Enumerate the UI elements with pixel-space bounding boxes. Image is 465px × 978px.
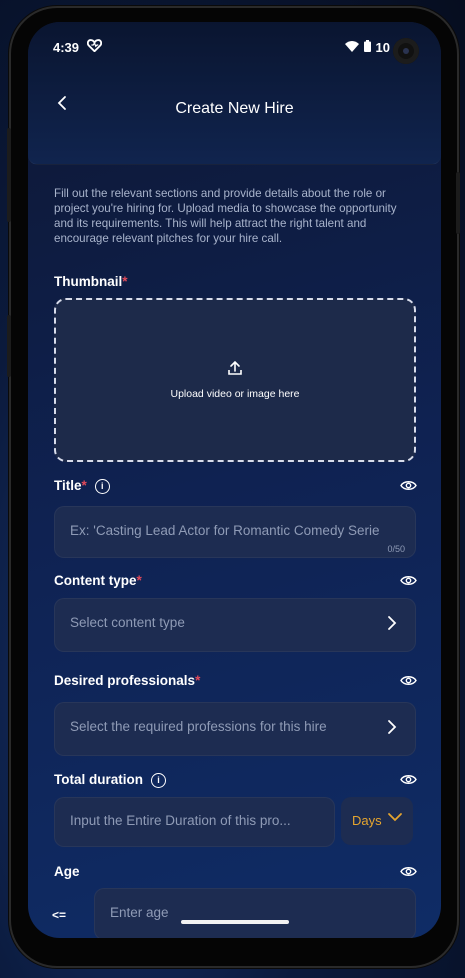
eye-icon[interactable]: [400, 575, 417, 586]
age-input[interactable]: Enter age: [94, 888, 416, 938]
status-time: 4:39: [53, 40, 80, 55]
info-icon[interactable]: i: [151, 773, 166, 788]
app-header: 4:39 10 Create New Hire: [28, 22, 441, 165]
total-duration-label: Total duration i: [54, 772, 166, 788]
desired-professionals-select[interactable]: Select the required professions for this…: [54, 702, 416, 756]
duration-unit-value: Days: [352, 813, 382, 828]
heart-icon: [86, 38, 103, 56]
phone-side-button: [7, 315, 11, 377]
content-type-select[interactable]: Select content type: [54, 598, 416, 652]
title-input[interactable]: Ex: 'Casting Lead Actor for Romantic Com…: [54, 506, 416, 558]
thumbnail-label: Thumbnail*: [54, 274, 128, 289]
duration-unit-select[interactable]: Days: [341, 797, 413, 845]
front-camera: [393, 38, 419, 64]
phone-power-button: [456, 172, 460, 234]
title-placeholder: Ex: 'Casting Lead Actor for Romantic Com…: [70, 523, 380, 538]
desired-professionals-placeholder: Select the required professions for this…: [70, 719, 327, 734]
chevron-right-icon: [387, 719, 397, 739]
chevron-down-icon: [387, 809, 403, 825]
wifi-icon: [344, 40, 359, 55]
page-title: Create New Hire: [175, 100, 294, 117]
battery-icon: [363, 40, 371, 55]
status-bar: 4:39 10: [53, 38, 416, 58]
age-label: Age: [54, 864, 80, 879]
status-right: 10: [344, 40, 390, 55]
intro-text: Fill out the relevant sections and provi…: [54, 187, 397, 245]
upload-icon: [227, 360, 243, 381]
eye-icon[interactable]: [400, 675, 417, 686]
title-label: Title* i: [54, 478, 110, 494]
info-icon[interactable]: i: [94, 479, 110, 494]
thumbnail-upload-area[interactable]: Upload video or image here: [54, 298, 416, 462]
phone-side-button: [7, 128, 11, 222]
total-duration-input[interactable]: Input the Entire Duration of this pro...: [54, 797, 335, 847]
title-char-counter: 0/50: [387, 544, 405, 554]
total-duration-placeholder: Input the Entire Duration of this pro...: [70, 813, 291, 828]
eye-icon[interactable]: [400, 866, 417, 877]
eye-icon[interactable]: [400, 480, 417, 491]
eye-icon[interactable]: [400, 774, 417, 785]
desired-professionals-label: Desired professionals*: [54, 673, 201, 688]
home-indicator[interactable]: [181, 920, 289, 924]
app-screen: 4:39 10 Create New Hire Fill out the rel…: [28, 22, 441, 938]
content-type-label: Content type*: [54, 573, 142, 588]
content-type-placeholder: Select content type: [70, 615, 185, 630]
chevron-right-icon: [387, 615, 397, 635]
battery-level: 10: [375, 40, 390, 55]
age-placeholder: Enter age: [110, 905, 169, 920]
upload-text: Upload video or image here: [170, 388, 300, 400]
age-operator: <=: [52, 908, 67, 922]
